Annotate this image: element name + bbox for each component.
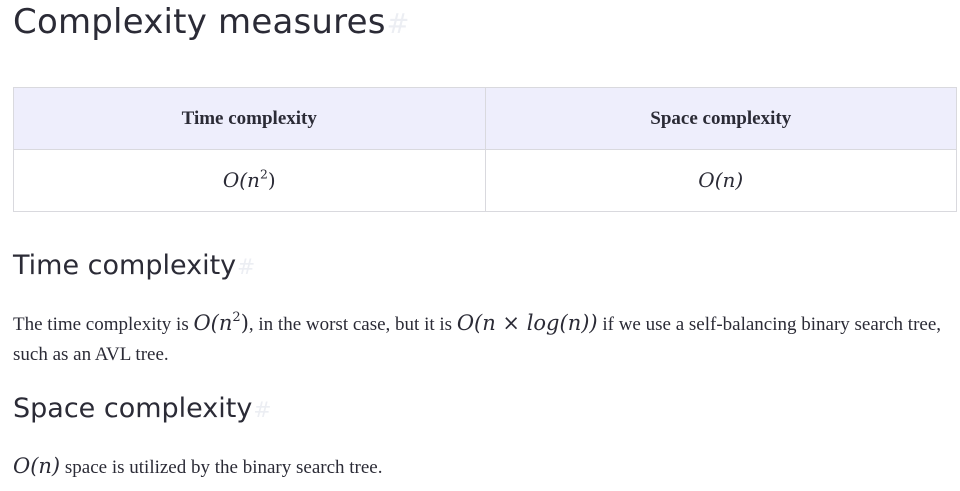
page-title-text: Complexity measures: [13, 2, 386, 42]
table-header-row: Time complexity Space complexity: [13, 87, 957, 150]
math-exponent: 2: [259, 166, 268, 182]
section-heading-space: Space complexity#: [13, 393, 271, 424]
heading-anchor-link[interactable]: #: [387, 9, 410, 40]
math-expression: O(n): [13, 454, 61, 478]
paragraph-text: , in the worst case, but it is: [248, 314, 457, 335]
complexity-table: Time complexity Space complexity O(n2) O…: [13, 87, 957, 212]
table-header-time: Time complexity: [13, 87, 486, 150]
math-close: ): [267, 168, 276, 192]
section-heading-time-text: Time complexity: [13, 250, 237, 281]
time-complexity-value: O(n2): [223, 168, 276, 192]
heading-anchor-link[interactable]: #: [253, 398, 271, 423]
section-heading-time: Time complexity#: [13, 250, 255, 281]
math-inline: O(n2): [193, 311, 248, 335]
page-title: Complexity measures#: [13, 2, 410, 42]
space-complexity-value: O(n): [698, 168, 743, 192]
math-exponent: 2: [232, 309, 241, 325]
paragraph-text: space is utilized by the binary search t…: [60, 457, 383, 478]
math-expression: O(n × log(n)): [456, 311, 598, 335]
section-heading-space-text: Space complexity: [13, 393, 253, 424]
heading-anchor-link[interactable]: #: [237, 255, 255, 280]
math-base: O(n: [193, 311, 233, 335]
math-base: O(n: [222, 168, 260, 192]
table-cell-space: O(n): [484, 149, 957, 212]
math-expression: O(n): [698, 168, 744, 192]
space-complexity-paragraph: O(n) space is utilized by the binary sea…: [13, 451, 948, 483]
paragraph-text: The time complexity is: [13, 314, 194, 335]
table-header-space: Space complexity: [484, 87, 957, 150]
math-close: ): [240, 311, 249, 335]
math-inline: O(n × log(n)): [457, 311, 598, 335]
time-complexity-paragraph: The time complexity is O(n2), in the wor…: [13, 308, 948, 370]
math-inline: O(n): [13, 454, 60, 478]
table-cell-time: O(n2): [13, 149, 486, 212]
table-row: O(n2) O(n): [13, 149, 957, 212]
